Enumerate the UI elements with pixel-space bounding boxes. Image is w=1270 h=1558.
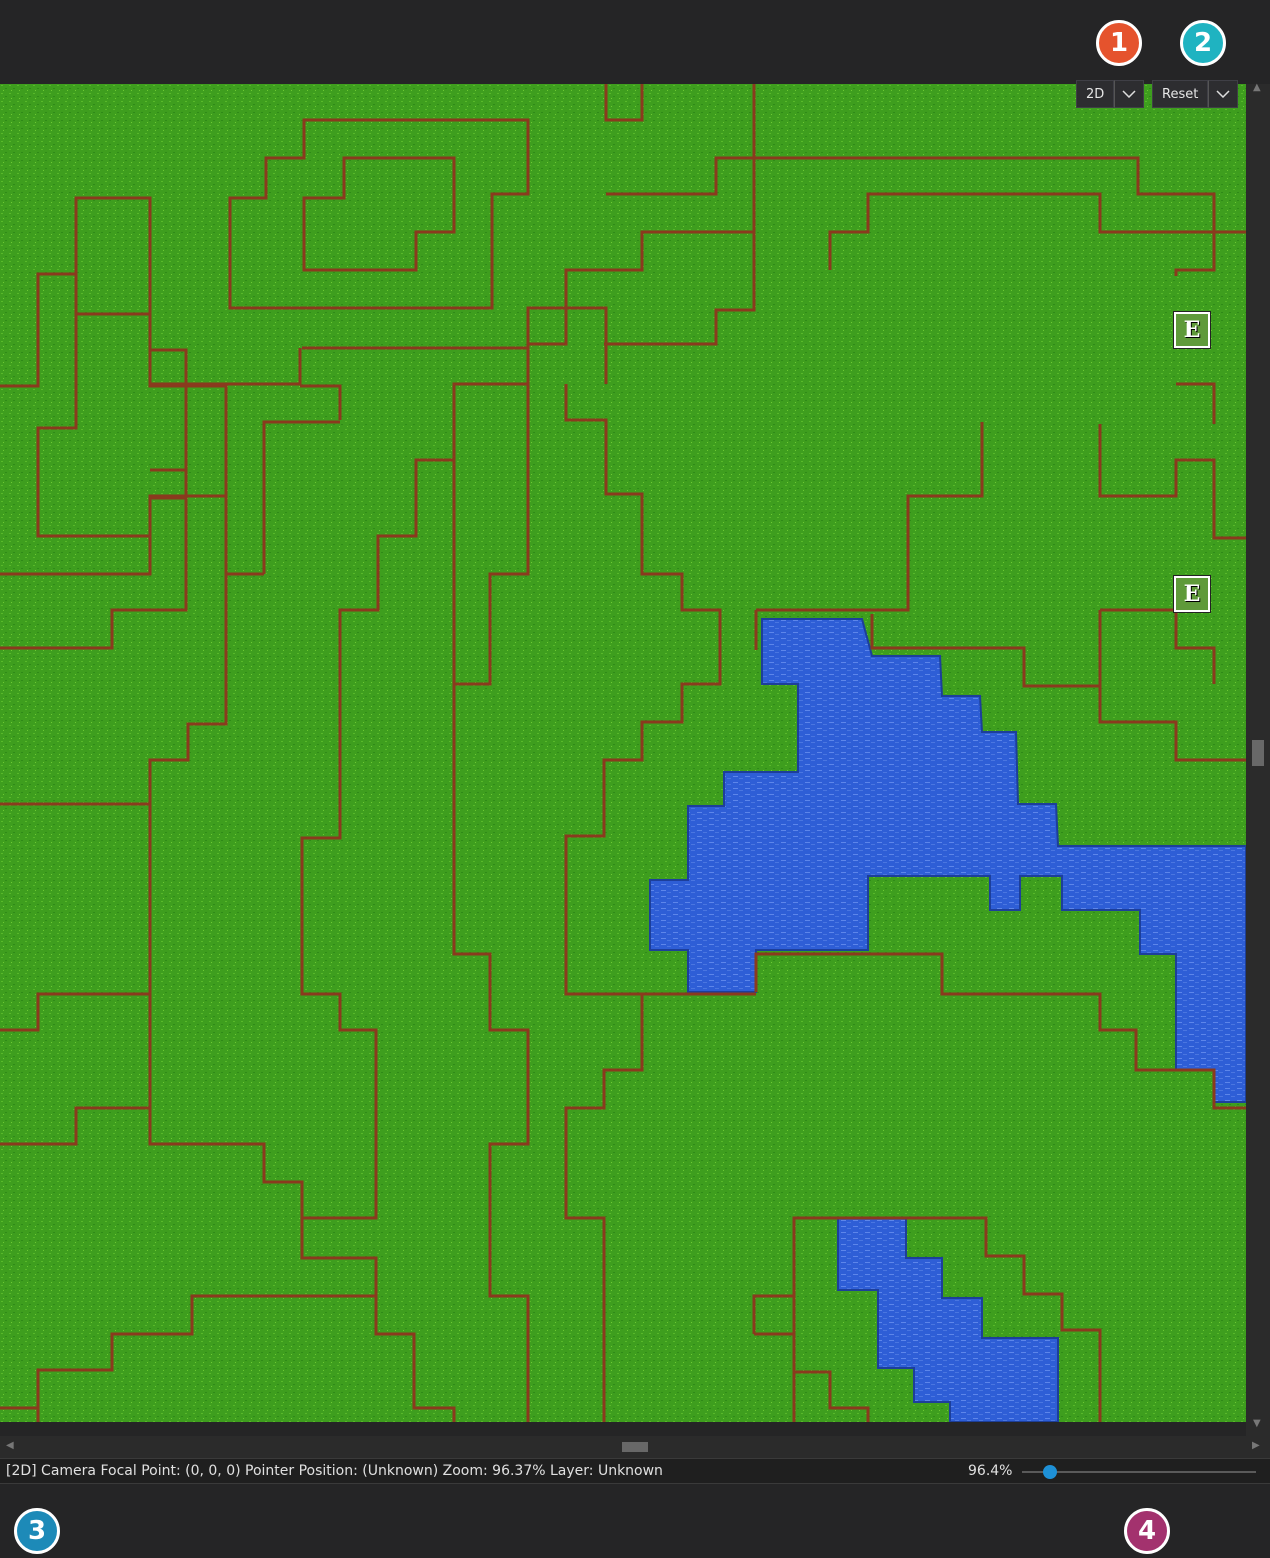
chevron-down-icon (1122, 90, 1136, 98)
annotation-badge-4: 4 (1124, 1508, 1170, 1554)
annotation-badge-3: 3 (14, 1508, 60, 1554)
view-mode-control: 2D (1076, 80, 1145, 110)
scroll-up-icon[interactable]: ▲ (1253, 82, 1261, 93)
horizontal-scrollbar[interactable]: ◀ ▶ (0, 1436, 1270, 1458)
reset-dropdown[interactable] (1208, 80, 1239, 108)
zoom-slider-thumb[interactable] (1043, 1465, 1057, 1479)
status-bar: [2D] Camera Focal Point: (0, 0, 0) Point… (0, 1458, 1270, 1484)
bottom-band (0, 1484, 1270, 1558)
top-band (0, 0, 1270, 84)
annotation-badge-2: 2 (1180, 20, 1226, 66)
zoom-value: 96.4% (968, 1463, 1013, 1479)
vertical-scroll-thumb[interactable] (1252, 740, 1264, 766)
scene-viewport[interactable]: E E (0, 84, 1246, 1422)
scroll-left-icon[interactable]: ◀ (6, 1440, 14, 1451)
entity-marker[interactable]: E (1173, 311, 1211, 349)
chevron-down-icon (1216, 90, 1230, 98)
view-mode-button[interactable]: 2D (1076, 80, 1115, 108)
tilemap-canvas[interactable] (0, 84, 1246, 1422)
view-mode-dropdown[interactable] (1114, 80, 1145, 108)
annotation-badge-1: 1 (1096, 20, 1142, 66)
horizontal-scroll-thumb[interactable] (622, 1442, 648, 1452)
reset-control: Reset (1152, 80, 1239, 110)
vertical-scrollbar[interactable]: ▲ ▼ (1246, 82, 1270, 1436)
entity-marker[interactable]: E (1173, 575, 1211, 613)
camera-status-text: [2D] Camera Focal Point: (0, 0, 0) Point… (6, 1463, 663, 1479)
zoom-slider[interactable] (1022, 1471, 1256, 1473)
scroll-down-icon[interactable]: ▼ (1253, 1418, 1261, 1429)
scroll-right-icon[interactable]: ▶ (1252, 1440, 1260, 1451)
reset-button[interactable]: Reset (1152, 80, 1209, 108)
